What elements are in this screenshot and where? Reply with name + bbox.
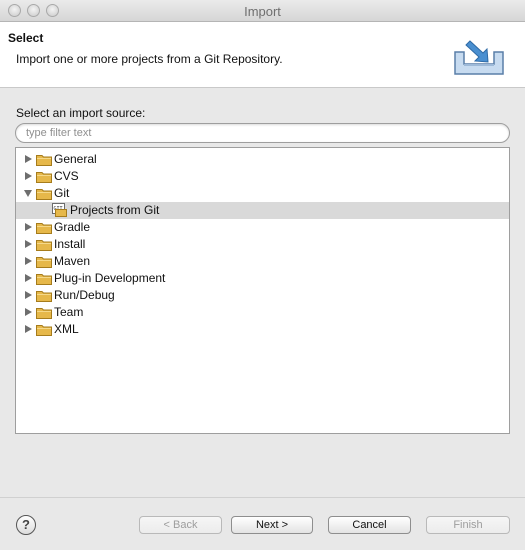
folder-icon xyxy=(36,257,52,268)
next-button[interactable]: Next > xyxy=(231,516,313,534)
expand-arrow-icon[interactable] xyxy=(25,240,32,248)
tree-item-label: Gradle xyxy=(54,220,91,234)
folder-icon xyxy=(36,308,52,319)
wizard-footer: ? < Back Next > Cancel Finish xyxy=(0,497,525,550)
import-wizard-icon xyxy=(454,40,504,75)
tree-item-label: Maven xyxy=(54,254,91,268)
tree-item-label: General xyxy=(54,152,97,166)
folder-icon xyxy=(36,274,52,285)
tree-item-label: Team xyxy=(54,305,84,319)
tree-item-label: Plug-in Development xyxy=(54,271,166,285)
folder-icon xyxy=(36,291,52,302)
filter-input[interactable] xyxy=(15,123,510,143)
expand-arrow-icon[interactable] xyxy=(25,257,32,265)
tree-item-label: Git xyxy=(54,186,70,200)
expand-arrow-icon[interactable] xyxy=(25,325,32,333)
back-button[interactable]: < Back xyxy=(139,516,222,534)
expand-arrow-icon[interactable] xyxy=(25,308,32,316)
tree-item-plugin-development[interactable]: Plug-in Development xyxy=(16,270,509,287)
tree-item-xml[interactable]: XML xyxy=(16,321,509,338)
folder-icon xyxy=(36,189,52,200)
tree-item-install[interactable]: Install xyxy=(16,236,509,253)
folder-icon xyxy=(36,240,52,251)
git-projects-icon: GIT xyxy=(52,203,67,217)
expand-arrow-icon[interactable] xyxy=(25,155,32,163)
tree-item-cvs[interactable]: CVS xyxy=(16,168,509,185)
wizard-header: Select Import one or more projects from … xyxy=(0,22,525,88)
folder-icon xyxy=(36,155,52,166)
tree-item-general[interactable]: General xyxy=(16,151,509,168)
folder-icon xyxy=(36,223,52,234)
import-source-label: Select an import source: xyxy=(16,106,146,120)
expand-arrow-icon[interactable] xyxy=(25,274,32,282)
tree-item-label: XML xyxy=(54,322,79,336)
folder-icon xyxy=(36,172,52,183)
collapse-arrow-icon[interactable] xyxy=(24,190,32,197)
finish-button[interactable]: Finish xyxy=(426,516,510,534)
expand-arrow-icon[interactable] xyxy=(25,291,32,299)
tree-item-team[interactable]: Team xyxy=(16,304,509,321)
tree-item-label: CVS xyxy=(54,169,79,183)
tree-item-run-debug[interactable]: Run/Debug xyxy=(16,287,509,304)
tree-item-git[interactable]: Git xyxy=(16,185,509,202)
tree-item-label: Projects from Git xyxy=(70,203,160,217)
window-title: Import xyxy=(244,4,281,19)
tree-item-gradle[interactable]: Gradle xyxy=(16,219,509,236)
tree-item-maven[interactable]: Maven xyxy=(16,253,509,270)
title-bar: Import xyxy=(0,0,525,22)
tree-item-projects-from-git[interactable]: GIT Projects from Git xyxy=(16,202,509,219)
folder-icon xyxy=(36,325,52,336)
page-description: Import one or more projects from a Git R… xyxy=(16,52,283,66)
cancel-button[interactable]: Cancel xyxy=(328,516,411,534)
import-source-tree[interactable]: General CVS Git GIT Projects from Git Gr… xyxy=(15,147,510,434)
tree-item-label: Run/Debug xyxy=(54,288,115,302)
content-area: Select an import source: General CVS Git… xyxy=(0,89,525,497)
tree-item-label: Install xyxy=(54,237,86,251)
help-button[interactable]: ? xyxy=(16,515,36,535)
expand-arrow-icon[interactable] xyxy=(25,223,32,231)
expand-arrow-icon[interactable] xyxy=(25,172,32,180)
page-title: Select xyxy=(8,31,44,45)
